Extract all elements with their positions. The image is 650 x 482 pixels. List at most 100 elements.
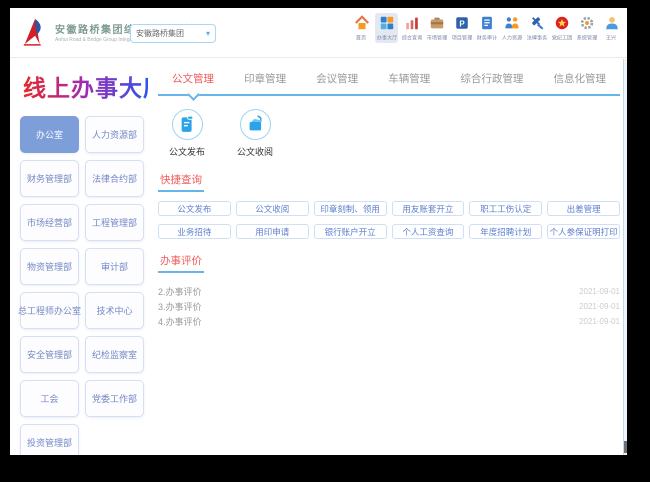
nav-label: 人力资源 xyxy=(501,34,521,42)
sidebar-item-materials[interactable]: 物资管理部 xyxy=(20,248,79,285)
nav-item-user[interactable]: 王兴 xyxy=(600,13,623,43)
evaluation-label: 2.办事评价 xyxy=(158,285,202,298)
nav-label: 党纪工团 xyxy=(551,34,571,42)
evaluation-label: 3.办事评价 xyxy=(158,300,202,313)
chart-icon xyxy=(404,15,420,31)
tab-meeting-mgmt[interactable]: 会议管理 xyxy=(316,71,358,86)
tab-vehicle-mgmt[interactable]: 车辆管理 xyxy=(388,71,430,86)
org-select-value: 安徽路桥集团 xyxy=(136,28,184,39)
logo-mark-icon xyxy=(22,16,50,48)
department-grid: 办公室 人力资源部 财务管理部 法律合约部 市场经营部 工程管理部 物资管理部 … xyxy=(20,116,148,455)
evaluation-date: 2021-09-01 xyxy=(579,302,620,311)
nav-item-home[interactable]: 首页 xyxy=(350,13,373,43)
app-label: 公文收阅 xyxy=(237,145,273,158)
sidebar-item-finance[interactable]: 财务管理部 xyxy=(20,160,79,197)
nav-item-service-hall[interactable]: 办事大厅 xyxy=(375,13,398,43)
sidebar-item-marketing[interactable]: 市场经营部 xyxy=(20,204,79,241)
app-doc-publish[interactable]: 公文发布 xyxy=(164,109,210,158)
nav-label: 王兴 xyxy=(606,34,616,42)
doc-receive-icon xyxy=(240,109,271,140)
doc-publish-icon xyxy=(172,109,203,140)
finance-icon xyxy=(479,15,495,31)
nav-label: 法律事务 xyxy=(526,34,546,42)
tab-document-mgmt[interactable]: 公文管理 xyxy=(172,71,214,86)
sidebar: 线上办事大厅 办公室 人力资源部 财务管理部 法律合约部 市场经营部 工程管理部… xyxy=(18,60,148,455)
chevron-down-icon: ▾ xyxy=(206,30,210,38)
module-tabs: 公文管理 印章管理 会议管理 车辆管理 综合行政管理 信息化管理 xyxy=(158,64,620,96)
sidebar-item-party-committee[interactable]: 党委工作部 xyxy=(85,380,144,417)
market-icon xyxy=(429,15,445,31)
user-icon xyxy=(604,15,620,31)
sidebar-item-union[interactable]: 工会 xyxy=(20,380,79,417)
nav-label: 综合查询 xyxy=(401,34,421,42)
nav-label: 首页 xyxy=(356,34,366,42)
app-window: 安徽路桥集团综合管理信息系统 Anhui Road & Bridge Group… xyxy=(10,8,627,455)
quick-btn-travel-mgmt[interactable]: 出差管理 xyxy=(547,201,620,216)
evaluation-list: 2.办事评价 2021-09-01 3.办事评价 2021-09-01 4.办事… xyxy=(158,284,620,329)
sidebar-item-investment[interactable]: 投资管理部 xyxy=(20,424,79,455)
tab-admin-mgmt[interactable]: 综合行政管理 xyxy=(460,71,523,86)
sidebar-item-office[interactable]: 办公室 xyxy=(20,116,79,153)
main-content: 公文管理 印章管理 会议管理 车辆管理 综合行政管理 信息化管理 公文发布 公文… xyxy=(158,64,620,329)
quick-query-grid: 公文发布 公文收阅 印章刻制、领用 用友账套开立 职工工伤认定 出差管理 业务招… xyxy=(158,201,620,239)
quick-btn-seal-apply[interactable]: 用印申请 xyxy=(236,224,309,239)
people-icon xyxy=(504,15,520,31)
quick-btn-doc-receive[interactable]: 公文收阅 xyxy=(236,201,309,216)
svg-text:P: P xyxy=(459,19,465,28)
top-header: 安徽路桥集团综合管理信息系统 Anhui Road & Bridge Group… xyxy=(10,8,627,58)
sidebar-item-safety[interactable]: 安全管理部 xyxy=(20,336,79,373)
app-label: 公文发布 xyxy=(169,145,205,158)
evaluation-label: 4.办事评价 xyxy=(158,315,202,328)
nav-item-party[interactable]: 党纪工团 xyxy=(550,13,573,43)
nav-item-legal[interactable]: 法律事务 xyxy=(525,13,548,43)
sidebar-item-engineering[interactable]: 工程管理部 xyxy=(85,204,144,241)
tab-seal-mgmt[interactable]: 印章管理 xyxy=(244,71,286,86)
evaluation-date: 2021-09-01 xyxy=(579,287,620,296)
gavel-icon xyxy=(529,15,545,31)
home-icon xyxy=(354,15,370,31)
page-title: 线上办事大厅 xyxy=(23,69,148,103)
nav-item-market[interactable]: 市场管理 xyxy=(425,13,448,43)
nav-label: 市场管理 xyxy=(426,34,446,42)
nav-label: 办事大厅 xyxy=(376,34,396,42)
scrollbar-thumb[interactable] xyxy=(624,441,627,453)
quick-btn-bank-account[interactable]: 银行账户开立 xyxy=(314,224,387,239)
org-select[interactable]: 安徽路桥集团 ▾ xyxy=(130,24,216,43)
nav-item-hr[interactable]: 人力资源 xyxy=(500,13,523,43)
quick-btn-ufida-account[interactable]: 用友账套开立 xyxy=(392,201,465,216)
quick-btn-business-reception[interactable]: 业务招待 xyxy=(158,224,231,239)
quick-btn-insurance-print[interactable]: 个人参保证明打印 xyxy=(547,224,620,239)
nav-item-query[interactable]: 综合查询 xyxy=(400,13,423,43)
app-doc-receive[interactable]: 公文收阅 xyxy=(232,109,278,158)
list-item[interactable]: 3.办事评价 2021-09-01 xyxy=(158,299,620,314)
sidebar-item-tech-center[interactable]: 技术中心 xyxy=(85,292,144,329)
quick-btn-injury-cert[interactable]: 职工工伤认定 xyxy=(469,201,542,216)
nav-item-system[interactable]: 系统管理 xyxy=(575,13,598,43)
evaluation-title: 办事评价 xyxy=(158,253,204,273)
sidebar-item-chief-engineer[interactable]: 总工程师办公室 xyxy=(20,292,79,329)
list-item[interactable]: 4.办事评价 2021-09-01 xyxy=(158,314,620,329)
nav-label: 项目管理 xyxy=(451,34,471,42)
sidebar-item-legal-contract[interactable]: 法律合约部 xyxy=(85,160,144,197)
party-icon xyxy=(554,15,570,31)
sidebar-item-discipline[interactable]: 纪检监察室 xyxy=(85,336,144,373)
quick-query-title: 快捷查询 xyxy=(158,172,204,192)
vertical-scrollbar xyxy=(623,59,627,455)
quick-btn-seal-engrave[interactable]: 印章刻制、领用 xyxy=(314,201,387,216)
quick-btn-doc-publish[interactable]: 公文发布 xyxy=(158,201,231,216)
list-item[interactable]: 2.办事评价 2021-09-01 xyxy=(158,284,620,299)
project-icon: P xyxy=(454,15,470,31)
grid-icon xyxy=(379,15,395,31)
tab-it-mgmt[interactable]: 信息化管理 xyxy=(553,71,606,86)
nav-item-finance[interactable]: 财务审计 xyxy=(475,13,498,43)
sidebar-item-audit[interactable]: 审计部 xyxy=(85,248,144,285)
nav-label: 系统管理 xyxy=(576,34,596,42)
gear-icon xyxy=(579,15,595,31)
nav-item-project[interactable]: P 项目管理 xyxy=(450,13,473,43)
quick-btn-salary-query[interactable]: 个人工资查询 xyxy=(392,224,465,239)
quick-btn-recruit-plan[interactable]: 年度招聘计划 xyxy=(469,224,542,239)
nav-label: 财务审计 xyxy=(476,34,496,42)
app-shortcuts: 公文发布 公文收阅 xyxy=(164,109,620,158)
sidebar-item-hr[interactable]: 人力资源部 xyxy=(85,116,144,153)
top-nav: 首页 办事大厅 综合查询 市场管理 P 项目管理 财务审计 xyxy=(350,13,623,43)
